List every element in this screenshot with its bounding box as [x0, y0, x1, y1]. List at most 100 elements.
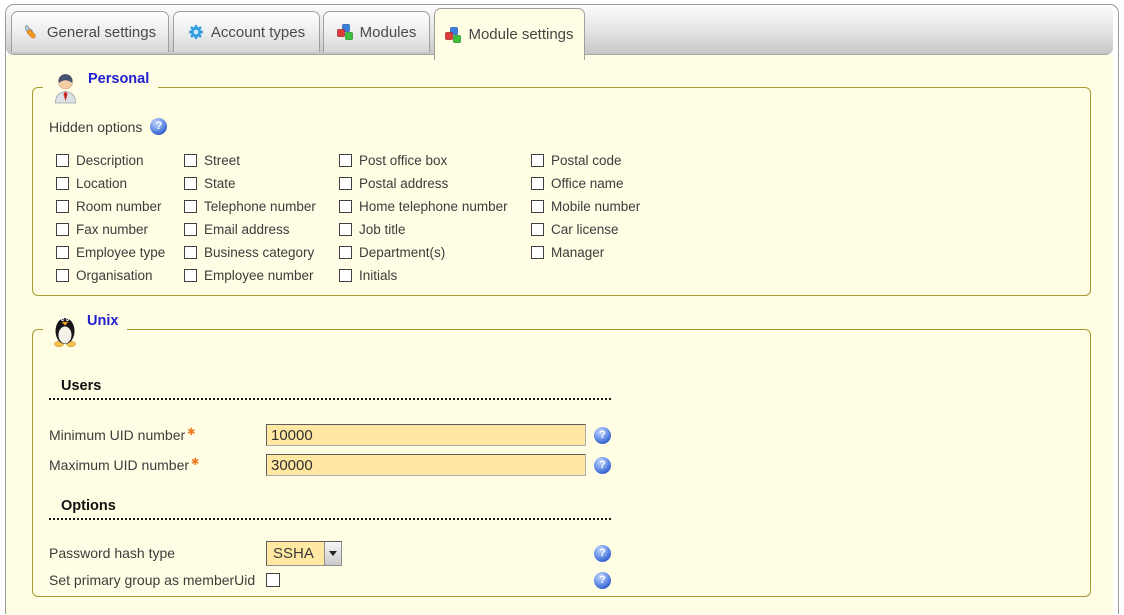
option-home-telephone-number: Home telephone number: [339, 199, 531, 214]
checkbox[interactable]: [339, 154, 352, 167]
option-employee-number: Employee number: [184, 268, 339, 283]
min-uid-row: Minimum UID number✱ ?: [49, 422, 611, 448]
option-job-title: Job title: [339, 222, 531, 237]
option-manager: Manager: [531, 245, 640, 260]
users-section-title: Users: [61, 378, 101, 394]
hidden-options-row: Hidden options ?: [49, 118, 167, 135]
option-postal-code: Postal code: [531, 153, 640, 168]
module-settings-panel: Personal Hidden options ? Description St…: [6, 55, 1113, 615]
option-location: Location: [56, 176, 184, 191]
option-description: Description: [56, 153, 184, 168]
checkbox[interactable]: [531, 200, 544, 213]
checkbox[interactable]: [531, 154, 544, 167]
checkbox[interactable]: [531, 223, 544, 236]
memberuid-checkbox[interactable]: [266, 573, 280, 587]
tab-label: Module settings: [468, 26, 573, 43]
dropdown-button[interactable]: [324, 542, 341, 565]
modules-icon: [337, 24, 353, 40]
tab-modules[interactable]: Modules: [323, 11, 430, 52]
option-organisation: Organisation: [56, 268, 184, 283]
gear-icon: [188, 24, 204, 40]
checkbox[interactable]: [184, 154, 197, 167]
personal-legend: Personal: [43, 68, 158, 108]
options-section-header: Options: [49, 498, 611, 520]
max-uid-row: Maximum UID number✱ ?: [49, 452, 611, 478]
option-street: Street: [184, 153, 339, 168]
tab-label: Modules: [360, 24, 417, 41]
min-uid-label: Minimum UID number✱: [49, 427, 266, 443]
checkbox[interactable]: [184, 269, 197, 282]
wrench-icon: [24, 24, 40, 40]
option-mobile-number: Mobile number: [531, 199, 640, 214]
tux-icon: [52, 313, 78, 347]
tab-module-settings[interactable]: Module settings: [434, 8, 585, 60]
unix-fieldset: Unix Users Minimum UID number✱ ? Maximum…: [32, 329, 1091, 597]
password-hash-row: Password hash type SSHA ?: [49, 540, 611, 566]
user-icon: [52, 72, 79, 104]
option-initials: Initials: [339, 268, 531, 283]
checkbox[interactable]: [339, 223, 352, 236]
checkbox[interactable]: [184, 223, 197, 236]
field-label: Maximum UID number: [49, 457, 189, 473]
option-post-office-box: Post office box: [339, 153, 531, 168]
option-fax-number: Fax number: [56, 222, 184, 237]
checkbox[interactable]: [184, 246, 197, 259]
option-room-number: Room number: [56, 199, 184, 214]
help-icon[interactable]: ?: [594, 545, 611, 562]
unix-legend: Unix: [43, 310, 127, 350]
help-icon[interactable]: ?: [594, 427, 611, 444]
help-icon[interactable]: ?: [594, 457, 611, 474]
users-section-header: Users: [49, 378, 611, 400]
password-hash-control: SSHA: [266, 541, 594, 566]
memberuid-row: Set primary group as memberUid ?: [49, 567, 611, 593]
memberuid-control: [266, 573, 594, 587]
min-uid-control: [266, 424, 594, 446]
tab-general-settings[interactable]: General settings: [11, 11, 169, 52]
option-postal-address: Postal address: [339, 176, 531, 191]
selected-value: SSHA: [267, 545, 324, 562]
option-email-address: Email address: [184, 222, 339, 237]
tab-account-types[interactable]: Account types: [173, 11, 320, 52]
max-uid-control: [266, 454, 594, 476]
option-car-license: Car license: [531, 222, 640, 237]
checkbox[interactable]: [339, 246, 352, 259]
password-hash-select[interactable]: SSHA: [266, 541, 342, 566]
option-business-category: Business category: [184, 245, 339, 260]
chevron-down-icon: [329, 551, 337, 556]
checkbox[interactable]: [184, 200, 197, 213]
settings-window: General settings Account types Modules: [5, 4, 1119, 614]
password-hash-label: Password hash type: [49, 545, 266, 561]
tab-label: General settings: [47, 24, 156, 41]
checkbox[interactable]: [56, 223, 69, 236]
checkbox[interactable]: [56, 200, 69, 213]
checkbox[interactable]: [339, 200, 352, 213]
personal-fieldset: Personal Hidden options ? Description St…: [32, 87, 1091, 296]
min-uid-input[interactable]: [266, 424, 586, 446]
max-uid-label: Maximum UID number✱: [49, 457, 266, 473]
required-star-icon: ✱: [187, 427, 195, 438]
checkbox[interactable]: [339, 177, 352, 190]
checkbox[interactable]: [56, 269, 69, 282]
option-departments: Department(s): [339, 245, 531, 260]
modules-icon: [445, 27, 461, 43]
tab-bar: General settings Account types Modules: [6, 5, 1113, 55]
checkbox[interactable]: [531, 246, 544, 259]
personal-title: Personal: [88, 71, 149, 87]
max-uid-input[interactable]: [266, 454, 586, 476]
required-star-icon: ✱: [191, 457, 199, 468]
unix-title: Unix: [87, 313, 118, 329]
checkbox[interactable]: [531, 177, 544, 190]
option-office-name: Office name: [531, 176, 640, 191]
checkbox[interactable]: [56, 177, 69, 190]
checkbox[interactable]: [184, 177, 197, 190]
checkbox[interactable]: [339, 269, 352, 282]
checkbox[interactable]: [56, 246, 69, 259]
field-label: Minimum UID number: [49, 427, 185, 443]
options-section-title: Options: [61, 498, 116, 514]
help-icon[interactable]: ?: [594, 572, 611, 589]
help-icon[interactable]: ?: [150, 118, 167, 135]
hidden-options-label: Hidden options: [49, 119, 142, 135]
option-state: State: [184, 176, 339, 191]
option-telephone-number: Telephone number: [184, 199, 339, 214]
checkbox[interactable]: [56, 154, 69, 167]
